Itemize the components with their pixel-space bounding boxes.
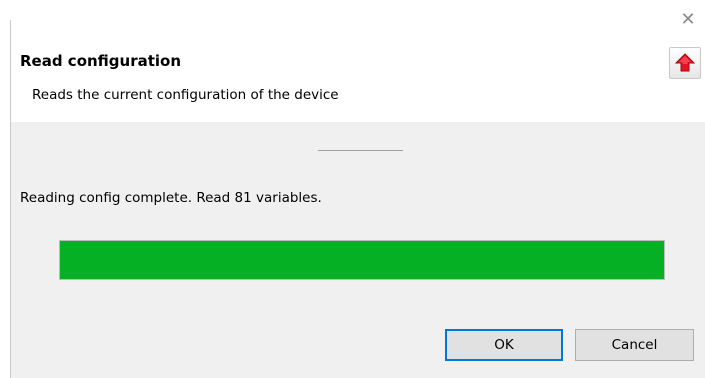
background-window-edge <box>0 0 11 378</box>
dialog-header: Read configuration Reads the current con… <box>11 0 705 122</box>
close-icon: ✕ <box>680 9 696 30</box>
cancel-button[interactable]: Cancel <box>575 329 694 361</box>
red-up-arrow-icon <box>669 47 701 79</box>
progress-bar-fill <box>60 241 664 279</box>
ok-button[interactable]: OK <box>445 329 563 361</box>
read-configuration-dialog: Read configuration Reads the current con… <box>11 0 705 378</box>
red-up-arrow-graphic <box>674 53 696 72</box>
separator-line <box>318 150 403 151</box>
dialog-body: Reading config complete. Read 81 variabl… <box>11 122 705 378</box>
close-button[interactable]: ✕ <box>677 9 699 31</box>
status-message: Reading config complete. Read 81 variabl… <box>20 190 322 206</box>
dialog-title: Read configuration <box>20 52 182 70</box>
dialog-subtitle: Reads the current configuration of the d… <box>32 87 339 103</box>
progress-bar <box>59 240 665 280</box>
